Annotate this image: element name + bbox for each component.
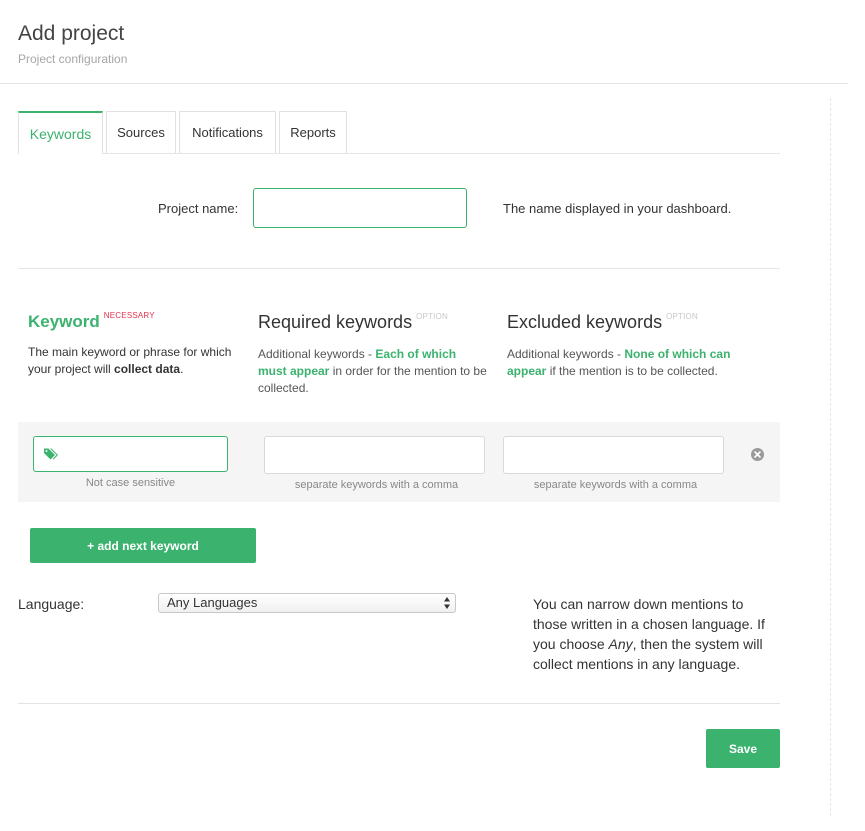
footer-divider [18, 703, 780, 704]
remove-circle-icon[interactable] [751, 448, 764, 461]
language-help-emphasis: Any [608, 636, 633, 652]
excluded-desc-text: Additional keywords - [507, 347, 625, 361]
save-button[interactable]: Save [706, 729, 780, 768]
language-selected-value: Any Languages [167, 595, 258, 610]
language-label: Language: [18, 596, 85, 612]
language-select[interactable]: Any Languages [158, 593, 456, 613]
page-title: Add project [18, 22, 125, 45]
tags-icon [44, 448, 58, 460]
keyword-heading: Keyword NECESSARY [28, 311, 155, 332]
header-divider [0, 83, 848, 84]
tab-keywords[interactable]: Keywords [18, 111, 103, 154]
option-tag: OPTION [416, 312, 448, 321]
keyword-desc-bold: collect data [114, 362, 181, 376]
required-keywords-hint: separate keywords with a comma [294, 479, 459, 491]
tab-sources[interactable]: Sources [106, 111, 176, 153]
tab-bar: Keywords Sources Notifications Reports [18, 111, 780, 154]
page-subtitle: Project configuration [18, 52, 128, 66]
project-name-input[interactable] [253, 188, 467, 228]
keyword-field [33, 436, 228, 472]
keyword-desc-end: . [180, 362, 184, 376]
select-arrows-icon [444, 597, 450, 609]
option-tag: OPTION [666, 312, 698, 321]
necessary-tag: NECESSARY [103, 311, 155, 320]
right-panel-border [830, 98, 831, 816]
excluded-desc-end: if the mention is to be collected. [546, 364, 718, 378]
project-name-label: Project name: [158, 201, 239, 216]
required-keywords-input[interactable] [264, 436, 485, 474]
tab-reports[interactable]: Reports [279, 111, 347, 153]
keyword-title: Keyword [28, 312, 100, 331]
excluded-keywords-heading: Excluded keywords OPTION [507, 312, 698, 333]
required-keywords-heading: Required keywords OPTION [258, 312, 448, 333]
excluded-keywords-hint: separate keywords with a comma [533, 479, 698, 491]
language-help: You can narrow down mentions to those wr… [533, 594, 773, 674]
project-name-help: The name displayed in your dashboard. [503, 201, 732, 216]
excluded-keywords-description: Additional keywords - None of which can … [507, 346, 737, 380]
tab-notifications[interactable]: Notifications [179, 111, 276, 153]
add-next-keyword-button[interactable]: + add next keyword [30, 528, 256, 563]
excluded-keywords-input[interactable] [503, 436, 724, 474]
keyword-description: The main keyword or phrase for which you… [28, 344, 243, 378]
excluded-keywords-title: Excluded keywords [507, 312, 663, 332]
required-desc-text: Additional keywords - [258, 347, 376, 361]
keyword-input[interactable] [66, 437, 224, 471]
required-keywords-title: Required keywords [258, 312, 413, 332]
section-divider [18, 268, 780, 269]
keyword-hint: Not case sensitive [85, 477, 176, 489]
required-keywords-description: Additional keywords - Each of which must… [258, 346, 488, 397]
